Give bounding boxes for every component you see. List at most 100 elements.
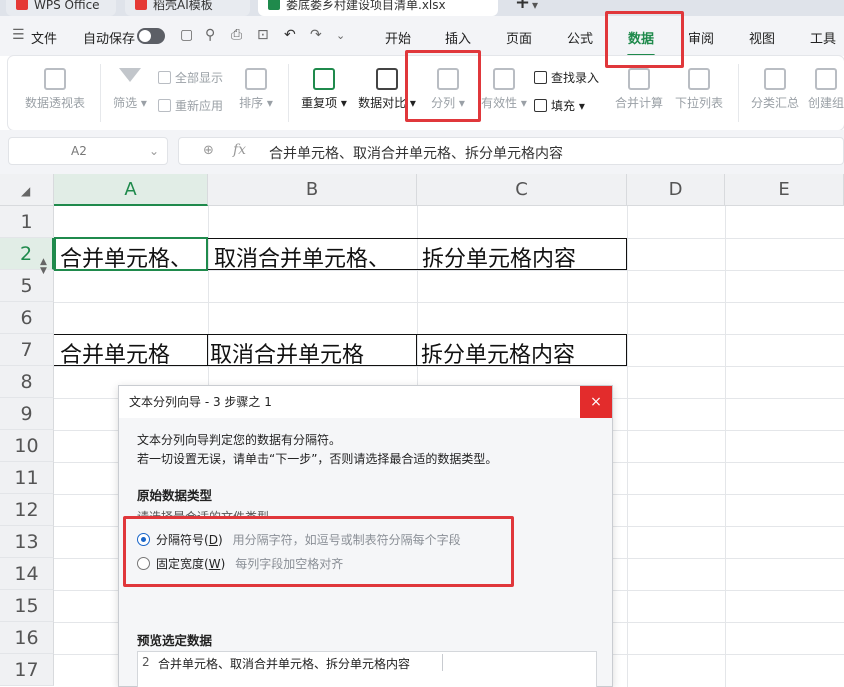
row-header-11[interactable]: 11 bbox=[0, 462, 54, 494]
hidden-rows-toggle-icon[interactable]: ▲ ▼ bbox=[40, 258, 47, 276]
preview-title: 预览选定数据 bbox=[137, 633, 213, 648]
row-header-7[interactable]: 7 bbox=[0, 334, 54, 366]
cell-b7[interactable]: 取消合并单元格 bbox=[210, 337, 364, 369]
funnel-icon bbox=[119, 68, 141, 90]
data-compare-button[interactable]: 数据对比 ▾ bbox=[356, 68, 418, 111]
create-group-button[interactable]: 创建组 bbox=[808, 68, 844, 111]
preview-row-text: 合并单元格、取消合并单元格、拆分单元格内容 bbox=[158, 657, 411, 671]
section-title-data-type: 原始数据类型 bbox=[137, 488, 213, 503]
select-all-icon: ◢ bbox=[21, 184, 31, 198]
radio-checked-icon bbox=[137, 533, 150, 546]
tab-label: WPS Office bbox=[34, 0, 100, 12]
select-all-corner[interactable]: ◢ bbox=[0, 174, 54, 206]
row-header-9[interactable]: 9 bbox=[0, 398, 54, 430]
filter-button[interactable]: 筛选 ▾ bbox=[108, 68, 152, 111]
menu-bar: ☰ 文件 自动保存 ▢ ⚲ ⎙ ⊡ ↶ ↷ ⌄ 开始 插入 页面 公式 数据 审… bbox=[0, 16, 844, 57]
subtotal-label: 分类汇总 bbox=[750, 96, 799, 110]
hamburger-menu-icon[interactable]: ☰ bbox=[12, 27, 25, 43]
share-icon[interactable]: ⚲ bbox=[205, 27, 215, 43]
reapply-button[interactable]: 重新应用 bbox=[158, 97, 223, 114]
autosave-toggle[interactable] bbox=[137, 28, 165, 44]
find-entry-button[interactable]: 查找录入 bbox=[534, 69, 599, 86]
name-box-value: A2 bbox=[71, 144, 87, 158]
menu-data[interactable]: 数据 bbox=[628, 28, 654, 47]
duplicates-button[interactable]: 重复项 ▾ bbox=[298, 68, 350, 111]
validity-button[interactable]: 有效性 ▾ bbox=[478, 68, 530, 111]
row-header-1[interactable]: 1 bbox=[0, 206, 54, 238]
consolidate-button[interactable]: 合并计算 bbox=[612, 68, 666, 111]
save-icon[interactable]: ▢ bbox=[180, 27, 193, 43]
print-preview-icon[interactable]: ⊡ bbox=[257, 27, 269, 43]
column-header-e[interactable]: E bbox=[725, 174, 844, 206]
row-header-10[interactable]: 10 bbox=[0, 430, 54, 462]
column-header-a[interactable]: A bbox=[54, 174, 208, 206]
sort-button[interactable]: 排序 ▾ bbox=[236, 68, 276, 111]
menu-page[interactable]: 页面 bbox=[506, 28, 532, 47]
tab-list-caret-icon[interactable]: ▾ bbox=[522, 0, 548, 16]
column-header-c[interactable]: C bbox=[417, 174, 627, 206]
menu-formulas[interactable]: 公式 bbox=[567, 28, 593, 47]
tab-wps-office[interactable]: WPS Office bbox=[6, 0, 116, 16]
show-all-button[interactable]: 全部显示 bbox=[158, 69, 223, 86]
dialog-intro-line2: 若一切设置无误，请单击“下一步”，否则请选择最合适的数据类型。 bbox=[137, 452, 498, 466]
find-entry-icon bbox=[534, 71, 547, 84]
data-compare-icon bbox=[376, 68, 398, 90]
menu-view[interactable]: 视图 bbox=[749, 28, 775, 47]
autosave-label: 自动保存 bbox=[83, 32, 136, 47]
tab-current-workbook[interactable]: 娄底娄乡村建设项目清单.xlsx bbox=[258, 0, 498, 16]
menu-home[interactable]: 开始 bbox=[385, 28, 411, 47]
dialog-intro-line1: 文本分列向导判定您的数据有分隔符。 bbox=[137, 433, 342, 447]
name-box[interactable]: A2 ⌄ bbox=[8, 137, 168, 165]
fx-icon[interactable]: fx bbox=[233, 142, 246, 158]
undo-icon[interactable]: ↶ bbox=[284, 27, 296, 43]
column-header-b[interactable]: B bbox=[208, 174, 417, 206]
cell-border bbox=[54, 334, 627, 335]
radio-delimited[interactable]: 分隔符号(D) 用分隔字符，如逗号或制表符分隔每个字段 bbox=[137, 531, 461, 548]
row-header-16[interactable]: 16 bbox=[0, 622, 54, 654]
redo-icon[interactable]: ↷ bbox=[310, 27, 322, 43]
preview-column-separator bbox=[442, 654, 443, 671]
split-columns-label: 分列 bbox=[431, 96, 456, 110]
row-header-12[interactable]: 12 bbox=[0, 494, 54, 526]
column-headers: ◢ A B C D E bbox=[0, 174, 844, 206]
column-header-d[interactable]: D bbox=[627, 174, 725, 206]
print-icon[interactable]: ⎙ bbox=[231, 27, 242, 43]
radio-fixed-width[interactable]: 固定宽度(W) 每列字段加空格对齐 bbox=[137, 555, 343, 572]
menu-tools[interactable]: 工具 bbox=[810, 28, 836, 47]
row-header-14[interactable]: 14 bbox=[0, 558, 54, 590]
duplicates-label: 重复项 bbox=[301, 96, 338, 110]
menu-review[interactable]: 审阅 bbox=[688, 28, 714, 47]
fill-button[interactable]: 填充 ▾ bbox=[534, 97, 585, 114]
close-button[interactable]: × bbox=[580, 386, 612, 418]
preview-pane[interactable]: 2 合并单元格、取消合并单元格、拆分单元格内容 bbox=[137, 651, 597, 687]
chevron-down-icon[interactable]: ⌄ bbox=[149, 138, 159, 164]
row-header-13[interactable]: 13 bbox=[0, 526, 54, 558]
cell-c7[interactable]: 拆分单元格内容 bbox=[421, 337, 575, 369]
data-ribbon: 数据透视表 筛选 ▾ 全部显示 重新应用 排序 ▾ 重复项 ▾ 数据对比 ▾ 分… bbox=[8, 56, 844, 130]
gridline bbox=[627, 206, 628, 687]
split-columns-button[interactable]: 分列 ▾ bbox=[426, 68, 470, 111]
menu-insert[interactable]: 插入 bbox=[445, 28, 471, 47]
row-header-6[interactable]: 6 bbox=[0, 302, 54, 334]
row-header-8[interactable]: 8 bbox=[0, 366, 54, 398]
ribbon-divider bbox=[738, 64, 739, 122]
dialog-title: 文本分列向导 - 3 步骤之 1 bbox=[119, 386, 612, 418]
row-header-17[interactable]: 17 bbox=[0, 654, 54, 686]
cell-border bbox=[626, 238, 627, 270]
active-cell-selection bbox=[54, 237, 208, 271]
formula-content[interactable]: 合并单元格、取消合并单元格、拆分单元格内容 bbox=[269, 143, 563, 163]
cell-a7[interactable]: 合并单元格 bbox=[60, 337, 170, 369]
formula-input[interactable]: ⊕ fx 合并单元格、取消合并单元格、拆分单元格内容 bbox=[178, 137, 844, 165]
zoom-icon[interactable]: ⊕ bbox=[203, 143, 214, 158]
dropdown-list-button[interactable]: 下拉列表 bbox=[672, 68, 726, 111]
quick-access-more-icon[interactable]: ⌄ bbox=[336, 29, 345, 42]
tab-ai-templates[interactable]: 稻壳AI模板 bbox=[125, 0, 250, 16]
menu-file[interactable]: 文件 bbox=[31, 28, 57, 47]
dropdown-list-label: 下拉列表 bbox=[674, 96, 723, 110]
sort-icon bbox=[245, 68, 267, 90]
row-header-15[interactable]: 15 bbox=[0, 590, 54, 622]
subtotal-button[interactable]: 分类汇总 bbox=[748, 68, 802, 111]
consolidate-label: 合并计算 bbox=[614, 96, 663, 110]
tab-label: 稻壳AI模板 bbox=[153, 0, 213, 12]
pivot-table-button[interactable]: 数据透视表 bbox=[18, 68, 92, 111]
